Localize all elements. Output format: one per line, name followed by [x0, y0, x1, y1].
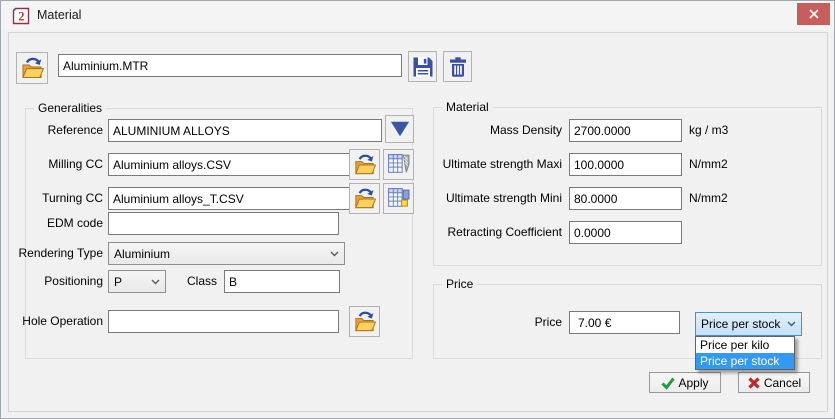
generalities-group-title: Generalities — [34, 101, 106, 115]
folder-open-icon — [352, 152, 377, 177]
hole-operation-label: Hole Operation — [11, 314, 103, 328]
cross-icon — [747, 376, 761, 390]
chevron-down-icon — [151, 279, 160, 285]
class-label: Class — [171, 274, 217, 288]
positioning-label: Positioning — [11, 274, 103, 288]
triangle-down-icon — [389, 119, 411, 139]
rendering-type-value: Aluminium — [114, 247, 170, 261]
mass-density-label: Mass Density — [431, 123, 562, 137]
title-bar: 2 Material — [1, 1, 834, 30]
edm-code-input[interactable] — [108, 212, 339, 235]
save-icon — [411, 55, 435, 79]
price-input[interactable] — [569, 311, 680, 334]
open-material-file-button[interactable] — [16, 52, 48, 84]
turning-cc-input[interactable] — [108, 187, 358, 210]
material-file-name-input[interactable] — [58, 54, 402, 77]
material-group-title: Material — [442, 100, 493, 114]
folder-open-icon — [352, 309, 377, 334]
ultimate-strength-maxi-label: Ultimate strength Maxi — [431, 157, 562, 171]
check-icon — [661, 376, 675, 390]
ultimate-strength-mini-label: Ultimate strength Mini — [431, 191, 562, 205]
apply-button-label: Apply — [678, 376, 708, 390]
rendering-type-label: Rendering Type — [11, 246, 103, 260]
turning-cc-table-button[interactable] — [383, 183, 414, 214]
milling-cc-table-button[interactable] — [383, 149, 414, 180]
save-button[interactable] — [408, 51, 437, 82]
cancel-button-label: Cancel — [764, 376, 801, 390]
close-icon — [809, 9, 819, 19]
mass-density-unit: kg / m3 — [689, 123, 728, 137]
window-title: Material — [37, 1, 81, 30]
close-button[interactable] — [797, 3, 830, 25]
rendering-type-combobox[interactable]: Aluminium — [108, 242, 345, 265]
reference-input[interactable] — [108, 119, 382, 142]
app-logo-icon: 2 — [12, 7, 30, 25]
price-mode-combobox[interactable]: Price per stock — [695, 312, 802, 336]
chevron-down-icon — [330, 251, 339, 257]
chevron-down-icon — [787, 321, 796, 327]
positioning-combobox[interactable]: P — [108, 270, 166, 293]
class-input[interactable] — [224, 270, 340, 293]
price-mode-dropdown-list: Price per kilo Price per stock — [695, 336, 795, 370]
turning-cc-open-button[interactable] — [349, 183, 380, 214]
cancel-button[interactable]: Cancel — [738, 372, 810, 393]
svg-text:2: 2 — [18, 10, 24, 24]
material-dialog: 2 Material — [0, 0, 835, 419]
folder-open-icon — [19, 55, 45, 81]
turning-cc-label: Turning CC — [11, 191, 103, 205]
retracting-coefficient-input[interactable] — [569, 221, 682, 244]
ultimate-strength-mini-unit: N/mm2 — [689, 191, 728, 205]
price-mode-value: Price per stock — [701, 317, 780, 331]
delete-button[interactable] — [443, 51, 472, 82]
retracting-coefficient-label: Retracting Coefficient — [431, 225, 562, 239]
apply-button[interactable]: Apply — [649, 372, 721, 393]
reference-pick-button[interactable] — [385, 115, 414, 143]
mass-density-input[interactable] — [569, 119, 682, 142]
csv-milling-icon — [386, 152, 411, 177]
price-mode-option-kilo[interactable]: Price per kilo — [696, 337, 794, 353]
price-mode-option-stock[interactable]: Price per stock — [696, 353, 794, 369]
milling-cc-input[interactable] — [108, 153, 358, 176]
hole-operation-open-button[interactable] — [349, 306, 380, 337]
price-label: Price — [481, 315, 562, 329]
ultimate-strength-mini-input[interactable] — [569, 187, 682, 210]
edm-code-label: EDM code — [11, 216, 103, 230]
folder-open-icon — [352, 186, 377, 211]
milling-cc-open-button[interactable] — [349, 149, 380, 180]
ultimate-strength-maxi-unit: N/mm2 — [689, 157, 728, 171]
hole-operation-input[interactable] — [108, 310, 339, 333]
positioning-value: P — [114, 275, 122, 289]
reference-label: Reference — [11, 123, 103, 137]
ultimate-strength-maxi-input[interactable] — [569, 153, 682, 176]
csv-turning-icon — [386, 186, 411, 211]
milling-cc-label: Milling CC — [11, 157, 103, 171]
trash-icon — [446, 55, 470, 79]
price-group-title: Price — [442, 277, 477, 291]
